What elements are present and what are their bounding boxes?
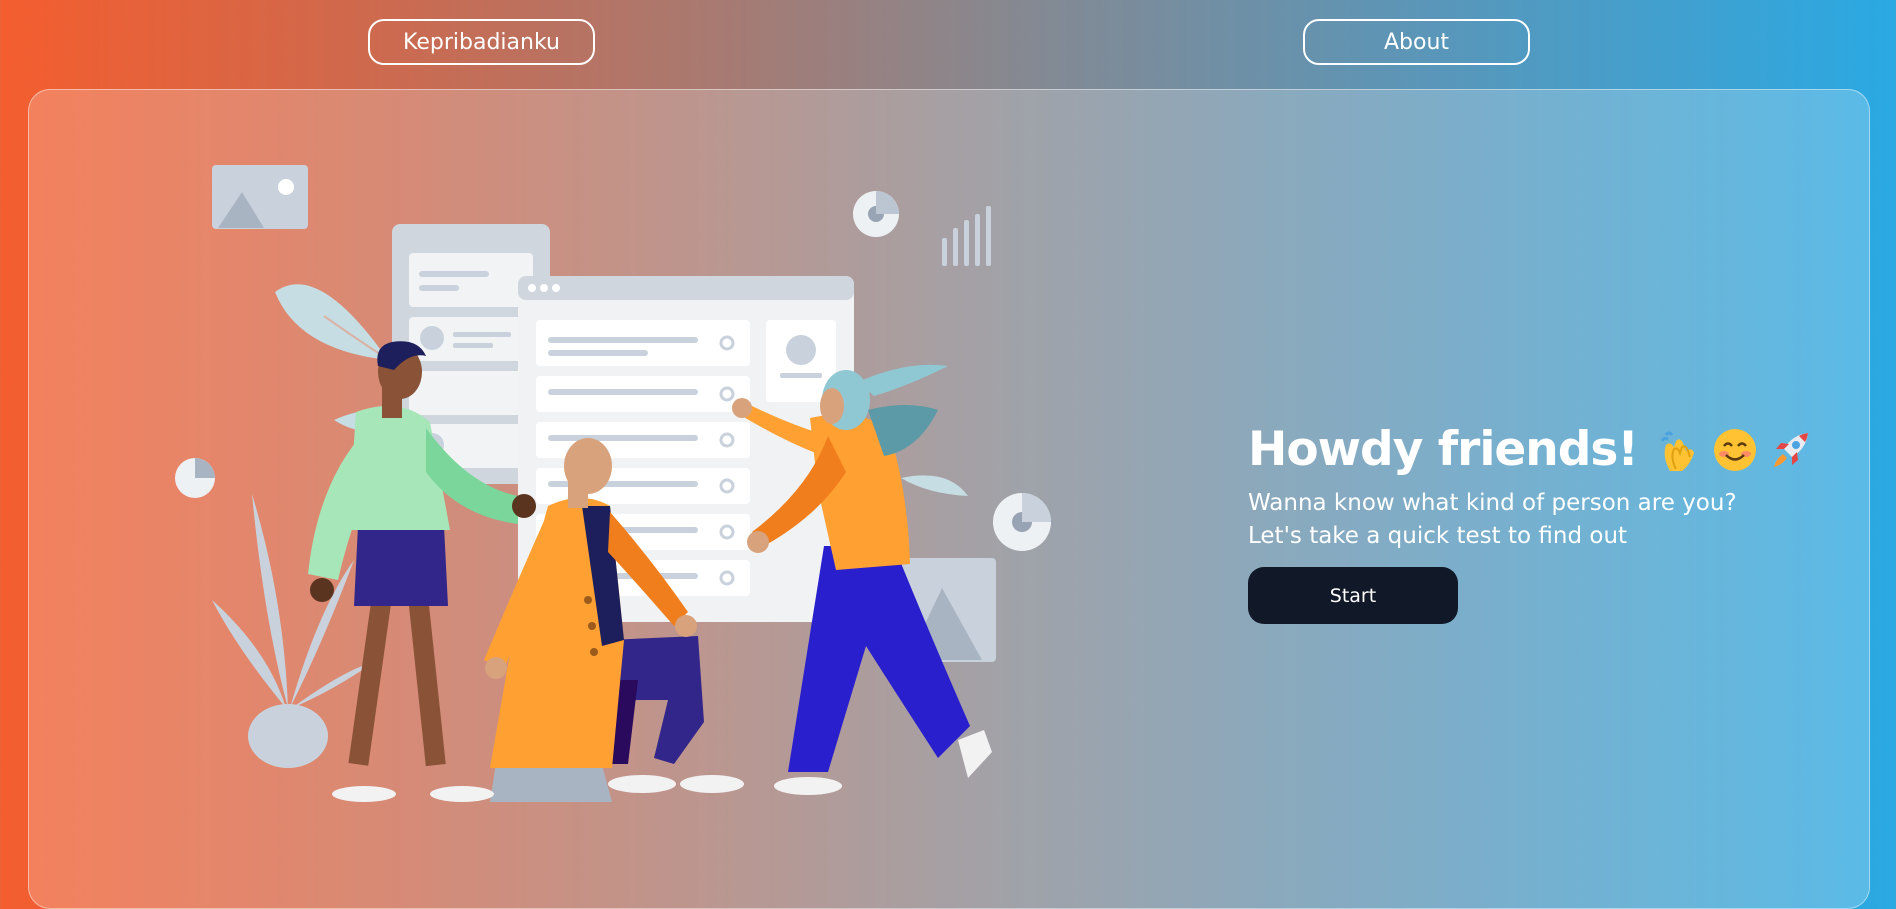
subtitle-line-2: Let's take a quick test to find out [1248,523,1628,549]
people-dashboard-illustration [175,165,1051,802]
hero-section: Howdy friends! Wanna know what kind of p… [1248,422,1828,624]
subtitle-line-1: Wanna know what kind of person are you? [1248,490,1737,516]
image-card-icon [212,165,308,229]
page-title-row: Howdy friends! [1248,422,1828,477]
smiling-face-icon [1713,428,1756,471]
clapping-hands-icon [1660,431,1694,471]
bar-chart-icon [942,206,991,266]
pie-chart-icon [993,493,1051,551]
page-title: Howdy friends! [1248,422,1639,477]
brand-nav-button[interactable]: Kepribadianku [368,19,595,65]
about-nav-button[interactable]: About [1303,19,1530,65]
start-button[interactable]: Start [1248,567,1458,624]
emoji-group [1656,427,1814,473]
rocket-icon [1773,432,1808,467]
pie-chart-icon [853,191,899,237]
pie-chart-icon [175,458,215,498]
